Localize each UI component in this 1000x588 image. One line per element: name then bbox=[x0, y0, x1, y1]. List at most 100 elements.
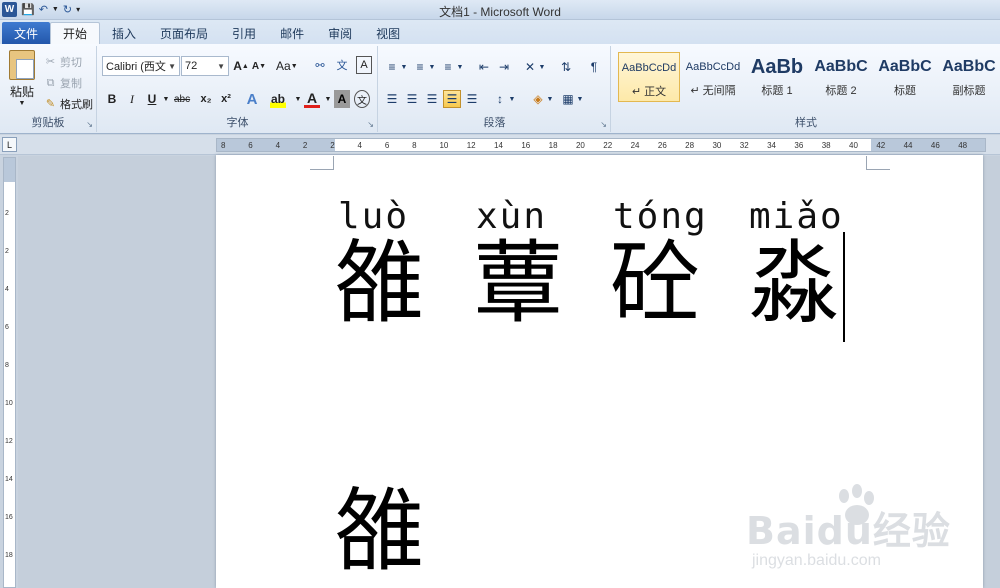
tab-file[interactable]: 文件 bbox=[2, 22, 50, 44]
tab-mailings[interactable]: 邮件 bbox=[268, 22, 316, 44]
ruler-tick-label: 22 bbox=[603, 140, 613, 150]
cut-label: 剪切 bbox=[60, 57, 82, 69]
multilevel-dropdown-icon[interactable]: ▼ bbox=[455, 58, 465, 76]
enclose-char-button[interactable]: 文 bbox=[354, 90, 370, 108]
format-painter-button[interactable]: ✎ 格式刷 bbox=[44, 96, 93, 112]
align-left-icon[interactable]: ☰ bbox=[383, 90, 401, 108]
font-launcher-icon[interactable]: ↘ bbox=[367, 120, 374, 129]
change-case-label: Aa bbox=[276, 59, 291, 73]
numbering-dropdown-icon[interactable]: ▼ bbox=[427, 58, 437, 76]
clear-format-icon[interactable]: ⚯ bbox=[312, 56, 328, 74]
style-normal[interactable]: AaBbCcDd ↵ 正文 bbox=[618, 52, 680, 102]
text-effects-icon[interactable]: A bbox=[244, 90, 260, 108]
increase-indent-icon[interactable]: ⇥ bbox=[495, 58, 513, 76]
superscript-button[interactable]: x² bbox=[218, 90, 234, 108]
vruler-tick-label: 2 bbox=[5, 248, 9, 255]
style-name: ↵ 正文 bbox=[631, 86, 667, 98]
borders-dropdown-icon[interactable]: ▼ bbox=[575, 90, 585, 108]
shading-dropdown-icon[interactable]: ▼ bbox=[545, 90, 555, 108]
font-color-icon[interactable]: A bbox=[304, 90, 320, 108]
hanzi-2: 蕈 bbox=[473, 231, 563, 336]
ruler-tick-label: 26 bbox=[657, 140, 667, 150]
style-no-spacing[interactable]: AaBbCcDd ↵ 无间隔 bbox=[682, 52, 744, 102]
watermark-url: jingyan.baidu.com bbox=[752, 552, 881, 569]
grow-font-label: A bbox=[233, 59, 242, 73]
justify-icon[interactable]: ☰ bbox=[443, 90, 461, 108]
text-cursor bbox=[843, 232, 845, 342]
bullets-dropdown-icon[interactable]: ▼ bbox=[399, 58, 409, 76]
ribbon-tabs: 文件 开始 插入 页面布局 引用 邮件 审阅 视图 bbox=[0, 20, 1000, 44]
paste-button[interactable]: 粘贴 ▼ bbox=[6, 48, 38, 107]
shrink-font-button[interactable]: A ▼ bbox=[251, 57, 267, 75]
styles-group: AaBbCcDd ↵ 正文 AaBbCcDd ↵ 无间隔 AaBb 标题 1 A… bbox=[612, 46, 1000, 132]
vruler-tick-label: 18 bbox=[5, 552, 13, 559]
clipboard-launcher-icon[interactable]: ↘ bbox=[86, 120, 93, 129]
paragraph-launcher-icon[interactable]: ↘ bbox=[600, 120, 607, 129]
show-marks-icon[interactable]: ¶ bbox=[585, 58, 603, 76]
cut-button[interactable]: ✂ 剪切 bbox=[44, 54, 82, 70]
style-sample: AaBbCcDd bbox=[685, 61, 741, 73]
bold-button[interactable]: B bbox=[104, 90, 120, 108]
ruler-tick-label: 20 bbox=[575, 140, 585, 150]
vruler-tick-label: 4 bbox=[5, 286, 9, 293]
tab-review[interactable]: 审阅 bbox=[316, 22, 364, 44]
grow-font-button[interactable]: A ▲ bbox=[233, 57, 249, 75]
tab-insert[interactable]: 插入 bbox=[100, 22, 148, 44]
font-group-label: 字体 bbox=[226, 117, 249, 129]
decrease-indent-icon[interactable]: ⇤ bbox=[475, 58, 493, 76]
distributed-icon[interactable]: ☰ bbox=[463, 90, 481, 108]
copy-button[interactable]: ⧉ 复制 bbox=[44, 75, 82, 91]
paste-dropdown-icon[interactable]: ▼ bbox=[6, 100, 38, 107]
vertical-ruler-top-margin bbox=[4, 158, 15, 182]
style-heading-1[interactable]: AaBb 标题 1 bbox=[746, 52, 808, 102]
style-subtitle[interactable]: AaBbC 副标题 bbox=[938, 52, 1000, 102]
pinyin-guide-icon[interactable]: 文 bbox=[334, 56, 350, 74]
ruler-tick-label: 6 bbox=[384, 140, 390, 150]
ruler-tick-label: 12 bbox=[466, 140, 476, 150]
ruler-tick-label: 2 bbox=[302, 140, 308, 150]
font-name-value: Calibri (西文 bbox=[106, 61, 166, 73]
font-size-combo[interactable]: 72 ▼ bbox=[181, 56, 229, 76]
subscript-button[interactable]: x₂ bbox=[198, 90, 214, 108]
underline-dropdown-icon[interactable]: ▼ bbox=[158, 90, 174, 108]
ruler-tick-label: 46 bbox=[930, 140, 940, 150]
tab-page-layout[interactable]: 页面布局 bbox=[148, 22, 220, 44]
italic-button[interactable]: I bbox=[124, 90, 140, 108]
tab-home[interactable]: 开始 bbox=[50, 22, 101, 44]
style-title[interactable]: AaBbC 标题 bbox=[874, 52, 936, 102]
style-name: 副标题 bbox=[952, 85, 986, 97]
tab-view[interactable]: 视图 bbox=[364, 22, 412, 44]
tab-selector-icon[interactable]: L bbox=[2, 137, 17, 152]
paste-icon bbox=[9, 50, 35, 80]
line-spacing-dropdown-icon[interactable]: ▼ bbox=[507, 90, 517, 108]
highlight-icon[interactable]: ab bbox=[270, 90, 286, 108]
char-border-icon[interactable]: A bbox=[356, 56, 372, 74]
chevron-down-icon: ▼ bbox=[168, 61, 176, 71]
style-heading-2[interactable]: AaBbC 标题 2 bbox=[810, 52, 872, 102]
change-case-button[interactable]: Aa ▼ bbox=[276, 57, 298, 75]
font-name-combo[interactable]: Calibri (西文 ▼ bbox=[102, 56, 180, 76]
ruler-tick-label: 48 bbox=[958, 140, 968, 150]
align-center-icon[interactable]: ☰ bbox=[403, 90, 421, 108]
vertical-ruler[interactable]: 22468101214161820 bbox=[3, 157, 16, 588]
vruler-tick-label: 12 bbox=[5, 438, 13, 445]
vruler-tick-label: 16 bbox=[5, 514, 13, 521]
style-sample: AaBbCcDd bbox=[621, 62, 677, 74]
horizontal-ruler[interactable]: 8 6 4 2 2 4 6 8 10 12 14 16 18 20 22 24 26 28 30 32 34 36 38 40… bbox=[216, 138, 986, 152]
ruler-tick-label: 18 bbox=[548, 140, 558, 150]
ruler-tick-label: 4 bbox=[357, 140, 362, 150]
tab-references[interactable]: 引用 bbox=[220, 22, 268, 44]
style-sample: AaBbC bbox=[878, 58, 932, 75]
vruler-tick-label: 6 bbox=[5, 324, 9, 331]
ruler-tick-label: 4 bbox=[275, 140, 281, 150]
char-shading-icon[interactable]: A bbox=[334, 90, 350, 108]
sort-icon[interactable]: ⇅ bbox=[557, 58, 575, 76]
hanzi-second-line: 雒 bbox=[334, 479, 424, 584]
strikethrough-button[interactable]: abc bbox=[174, 90, 190, 108]
ruler-tick-label: 40 bbox=[849, 140, 858, 150]
crop-mark-left bbox=[310, 156, 334, 170]
vruler-tick-label: 14 bbox=[5, 476, 13, 483]
chinese-layout-dropdown-icon[interactable]: ▼ bbox=[537, 58, 547, 76]
align-right-icon[interactable]: ☰ bbox=[423, 90, 441, 108]
ruler-tick-label: 30 bbox=[712, 140, 722, 150]
